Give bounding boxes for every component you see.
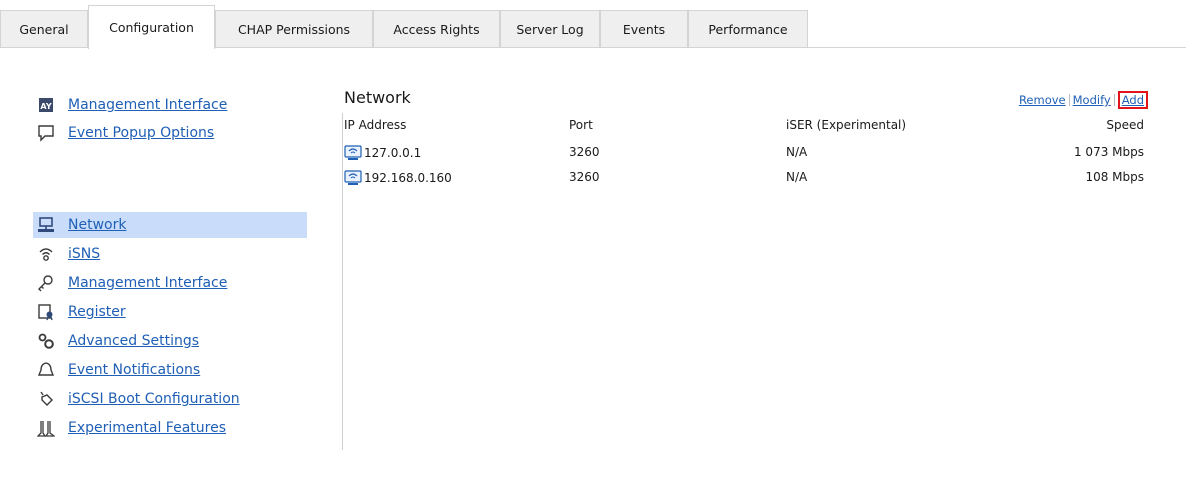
sidebar-item-isns[interactable]: iSNS xyxy=(33,241,307,267)
tab-server-log[interactable]: Server Log xyxy=(500,10,600,47)
tab-label: Access Rights xyxy=(393,21,480,37)
sidebar-item-label: Event Popup Options xyxy=(68,125,215,141)
sidebar-item-label: Register xyxy=(68,304,126,320)
action-divider xyxy=(1068,94,1070,106)
flask-icon xyxy=(36,418,56,438)
sidebar-item-event-popup-options[interactable]: Event Popup Options xyxy=(33,120,307,146)
ip-address-cell: 127.0.0.1 xyxy=(344,145,421,161)
tab-label: Performance xyxy=(708,21,788,37)
tab-access-rights[interactable]: Access Rights xyxy=(373,10,500,47)
tab-configuration[interactable]: Configuration xyxy=(88,5,215,49)
table-row[interactable]: 127.0.0.1 3260 N/A 1 073 Mbps xyxy=(344,143,1144,163)
bell-icon xyxy=(36,360,56,380)
speed-cell: 1 073 Mbps xyxy=(1073,145,1144,159)
sidebar-item-advanced-settings[interactable]: Advanced Settings xyxy=(33,328,307,354)
sidebar-item-label: iSCSI Boot Configuration xyxy=(68,391,240,407)
action-divider xyxy=(1113,94,1115,106)
tab-general[interactable]: General xyxy=(0,10,88,47)
sidebar-item-register[interactable]: Register xyxy=(33,299,307,325)
sidebar-item-label: Network xyxy=(68,217,127,233)
sidebar-item-label: Management Interface xyxy=(68,275,228,291)
sidebar-item-management-interface-top[interactable]: AY Management Interface xyxy=(33,92,307,118)
tab-label: Configuration xyxy=(109,20,194,35)
column-header-iser: iSER (Experimental) xyxy=(786,118,907,132)
network-adapter-icon xyxy=(344,145,362,160)
remove-link[interactable]: Remove xyxy=(1019,93,1066,107)
sidebar-item-label: Management Interface xyxy=(68,97,228,113)
column-header-speed: Speed xyxy=(1106,118,1144,132)
table-row[interactable]: 192.168.0.160 3260 N/A 108 Mbps xyxy=(344,168,1144,188)
ip-address-cell: 192.168.0.160 xyxy=(344,170,452,186)
speed-cell: 108 Mbps xyxy=(1085,170,1144,184)
sidebar-item-experimental-features[interactable]: Experimental Features xyxy=(33,415,307,441)
sidebar-item-management-interface[interactable]: Management Interface xyxy=(33,270,307,296)
column-header-ip-address: IP Address xyxy=(344,118,407,132)
modify-link[interactable]: Modify xyxy=(1073,93,1111,107)
boot-icon xyxy=(36,389,56,409)
tab-label: General xyxy=(19,21,69,37)
page-title: Network xyxy=(344,88,411,107)
sidebar-item-event-notifications[interactable]: Event Notifications xyxy=(33,357,307,383)
sidebar-item-label: Advanced Settings xyxy=(68,333,200,349)
column-header-port: Port xyxy=(569,118,593,132)
sidebar-item-label: iSNS xyxy=(68,246,101,262)
tab-events[interactable]: Events xyxy=(600,10,688,47)
popup-icon xyxy=(36,123,56,143)
iser-cell: N/A xyxy=(786,170,808,184)
isns-icon xyxy=(36,244,56,264)
tab-bar: General Configuration CHAP Permissions A… xyxy=(0,0,1186,49)
sidebar-item-iscsi-boot-configuration[interactable]: iSCSI Boot Configuration xyxy=(33,386,307,412)
add-link[interactable]: Add xyxy=(1117,91,1148,109)
register-icon xyxy=(36,302,56,322)
port-cell: 3260 xyxy=(569,170,600,184)
sidebar-item-label: Event Notifications xyxy=(68,362,201,378)
iser-cell: N/A xyxy=(786,145,808,159)
ip-address-text: 192.168.0.160 xyxy=(364,171,452,185)
tab-bar-filler xyxy=(808,10,1186,47)
tab-label: CHAP Permissions xyxy=(237,21,351,37)
network-actions: Remove Modify Add xyxy=(1019,91,1148,109)
panel-divider xyxy=(342,113,343,450)
network-icon xyxy=(36,215,56,235)
port-cell: 3260 xyxy=(569,145,600,159)
key-icon xyxy=(36,273,56,293)
tab-performance[interactable]: Performance xyxy=(688,10,808,47)
ip-address-text: 127.0.0.1 xyxy=(364,146,422,160)
settings-icon xyxy=(36,331,56,351)
svg-text:AY: AY xyxy=(40,102,51,111)
management-interface-icon: AY xyxy=(36,95,56,115)
starwind-configuration-window: General Configuration CHAP Permissions A… xyxy=(0,0,1186,478)
sidebar-item-label: Experimental Features xyxy=(68,420,227,436)
sidebar-item-network[interactable]: Network xyxy=(33,212,307,238)
tab-label: Server Log xyxy=(516,21,584,37)
tab-label: Events xyxy=(622,21,666,37)
tab-chap-permissions[interactable]: CHAP Permissions xyxy=(215,10,373,47)
network-adapter-icon xyxy=(344,170,362,185)
